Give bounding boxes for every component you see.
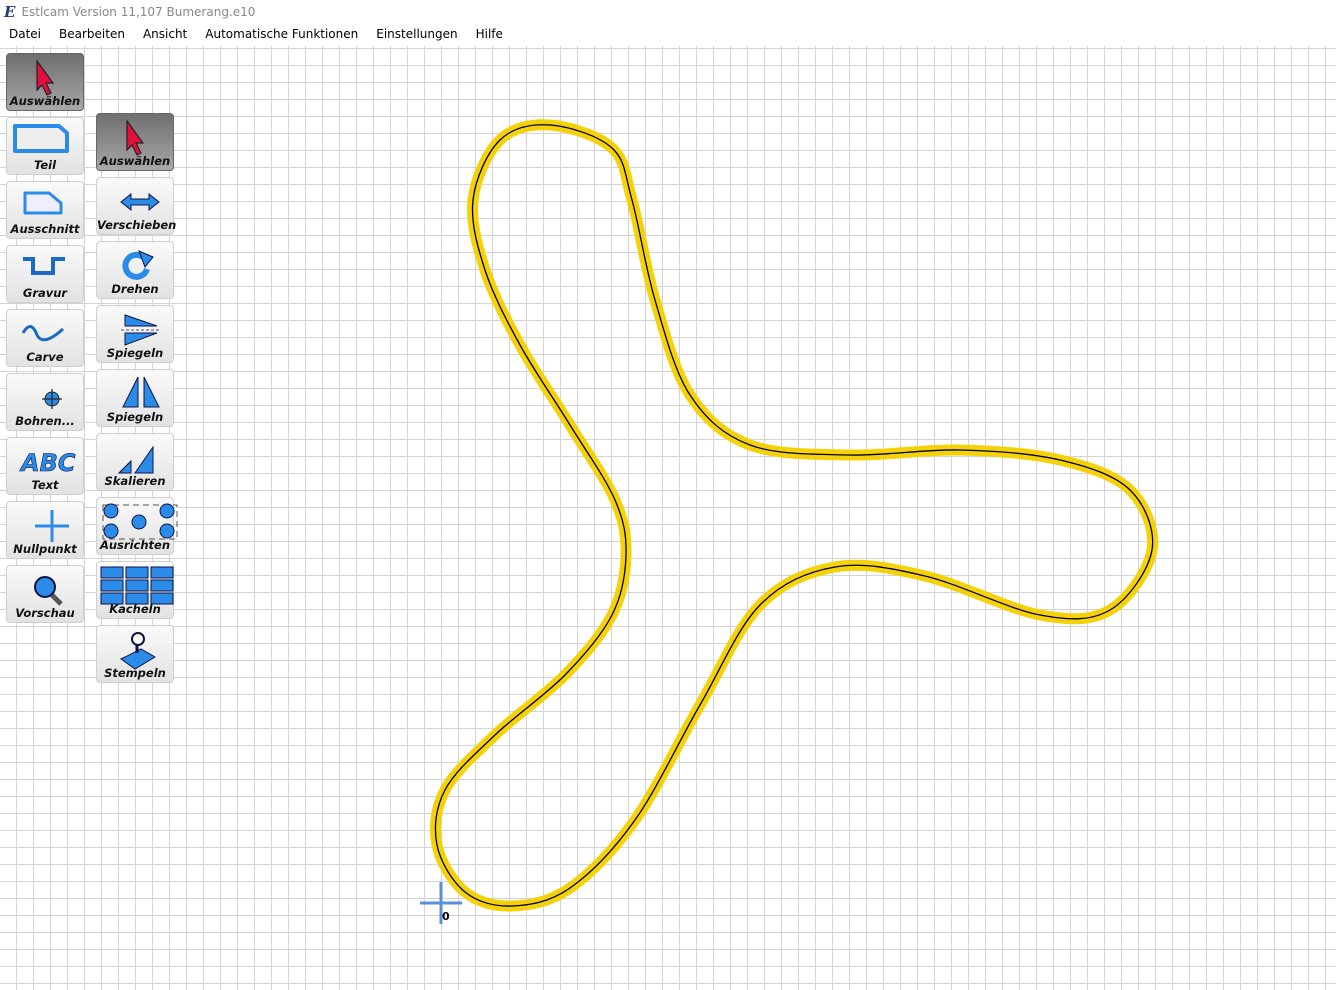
tool-button-label: Bohren... [15,414,75,428]
tool-button-pocket[interactable]: Ausschnitt [6,181,84,239]
tool-button-label: Nullpunkt [13,542,77,556]
tool-button-label: Kacheln [109,602,161,616]
tool-button-mirror-vertical[interactable]: Spiegeln [96,369,174,427]
tool-button-label: Ausschnitt [10,222,80,236]
tool-button-label: Vorschau [15,606,75,620]
tool-button-text[interactable]: ABC Text [6,437,84,495]
tile-icon [100,566,174,605]
tool-button-label: Auswählen [99,154,171,168]
mirror-vertical-icon [122,376,160,408]
tool-button-label: Spiegeln [106,346,164,360]
tool-button-label: Text [31,478,59,492]
tool-button-mirror-horizontal[interactable]: Spiegeln [96,305,174,363]
pointer-icon [36,59,55,96]
carve-icon [21,325,65,342]
tool-button-engrave[interactable]: Gravur [6,245,84,303]
text-icon: ABC [19,449,76,478]
tool-button-label: Skalieren [104,474,166,488]
tool-button-label: Verschieben [97,218,177,232]
tool-button-align[interactable]: Ausrichten [96,497,178,555]
tool-button-label: Gravur [22,286,68,300]
tool-button-label: Carve [26,350,64,364]
tool-button-part[interactable]: Teil [6,117,84,175]
magnifier-icon [34,576,63,606]
tool-button-origin[interactable]: Nullpunkt [6,501,84,559]
scale-icon [117,445,154,474]
tool-button-scale[interactable]: Skalieren [96,433,174,491]
move-arrows-icon [120,192,160,212]
tool-button-rotate[interactable]: Drehen [96,241,174,299]
tool-button-pointer[interactable]: Auswählen [6,53,84,111]
tool-button-label: Stempeln [104,666,166,680]
tool-button-label: Drehen [111,282,159,296]
boomerang-contour[interactable] [434,124,1154,907]
stamp-icon [120,632,156,670]
tool-button-label: Auswählen [9,94,81,108]
svg-text:ABC: ABC [19,449,76,477]
pocket-icon [23,191,63,215]
tool-button-move-arrows[interactable]: Verschieben [96,177,177,235]
tool-button-label: Teil [33,158,57,172]
mirror-horizontal-icon [121,314,161,346]
tool-button-drill[interactable]: Bohren... [6,373,84,431]
tool-button-pointer[interactable]: Auswählen [96,113,174,171]
boomerang-toolpath[interactable] [429,119,1159,912]
origin-icon [35,510,69,542]
tool-button-label: Spiegeln [106,410,164,424]
tool-button-label: Ausrichten [99,538,171,552]
pointer-icon [126,119,145,156]
part-icon [13,124,69,153]
origin-label: 0 [442,910,450,923]
rotate-icon [122,250,154,280]
drawing-layer: 0 [420,119,1159,924]
tool-button-tile[interactable]: Kacheln [96,561,174,619]
engrave-icon [23,257,65,275]
drill-icon [42,389,62,409]
tool-button-stamp[interactable]: Stempeln [96,625,174,683]
tool-button-carve[interactable]: Carve [6,309,84,367]
align-icon [102,503,178,540]
tool-button-magnifier[interactable]: Vorschau [6,565,84,623]
